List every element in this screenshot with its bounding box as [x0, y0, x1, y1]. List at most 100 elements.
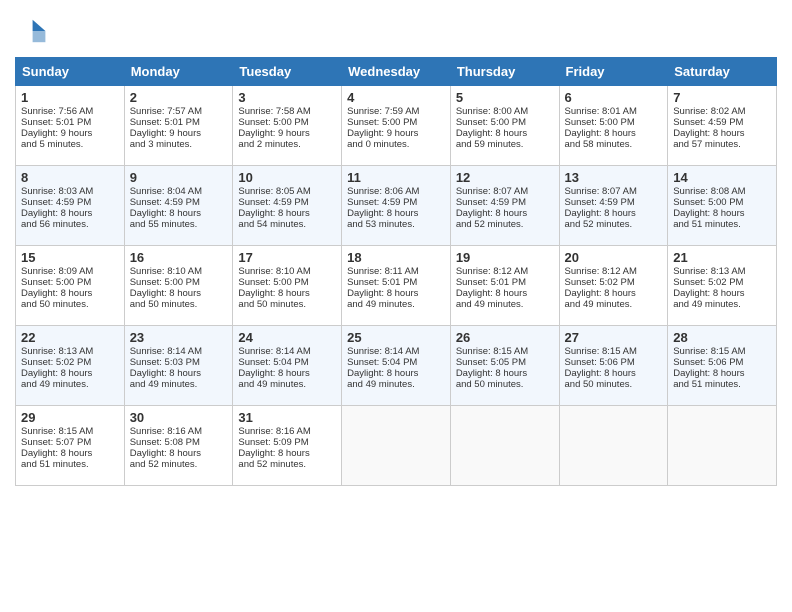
day-info: Daylight: 8 hours [456, 208, 554, 219]
day-info: Sunrise: 8:07 AM [456, 186, 554, 197]
day-info: Daylight: 8 hours [673, 368, 771, 379]
day-info: Sunset: 5:01 PM [21, 117, 119, 128]
header [15, 15, 777, 47]
day-number: 22 [21, 330, 119, 345]
day-number: 7 [673, 90, 771, 105]
day-info: and 50 minutes. [238, 299, 336, 310]
day-number: 3 [238, 90, 336, 105]
day-info: and 52 minutes. [130, 459, 228, 470]
calendar-table: SundayMondayTuesdayWednesdayThursdayFrid… [15, 57, 777, 486]
day-info: Sunrise: 7:58 AM [238, 106, 336, 117]
day-info: and 56 minutes. [21, 219, 119, 230]
day-info: Sunrise: 8:14 AM [238, 346, 336, 357]
weekday-header: Saturday [668, 58, 777, 86]
day-info: Daylight: 8 hours [21, 448, 119, 459]
day-info: Sunset: 5:02 PM [21, 357, 119, 368]
calendar-cell: 7Sunrise: 8:02 AMSunset: 4:59 PMDaylight… [668, 86, 777, 166]
day-number: 28 [673, 330, 771, 345]
day-number: 13 [565, 170, 663, 185]
calendar-cell: 27Sunrise: 8:15 AMSunset: 5:06 PMDayligh… [559, 326, 668, 406]
day-info: Sunrise: 8:08 AM [673, 186, 771, 197]
day-number: 14 [673, 170, 771, 185]
day-info: Sunrise: 8:03 AM [21, 186, 119, 197]
calendar-cell: 23Sunrise: 8:14 AMSunset: 5:03 PMDayligh… [124, 326, 233, 406]
day-info: and 50 minutes. [456, 379, 554, 390]
day-info: and 52 minutes. [456, 219, 554, 230]
day-info: and 3 minutes. [130, 139, 228, 150]
day-info: Daylight: 8 hours [673, 128, 771, 139]
day-info: Daylight: 8 hours [565, 368, 663, 379]
day-number: 4 [347, 90, 445, 105]
day-info: Daylight: 8 hours [673, 208, 771, 219]
calendar-week-row: 22Sunrise: 8:13 AMSunset: 5:02 PMDayligh… [16, 326, 777, 406]
day-info: Sunrise: 8:07 AM [565, 186, 663, 197]
calendar-cell [668, 406, 777, 486]
day-number: 15 [21, 250, 119, 265]
day-info: and 2 minutes. [238, 139, 336, 150]
day-info: and 50 minutes. [130, 299, 228, 310]
day-info: Daylight: 8 hours [130, 288, 228, 299]
day-info: Sunset: 5:00 PM [238, 117, 336, 128]
calendar-week-row: 1Sunrise: 7:56 AMSunset: 5:01 PMDaylight… [16, 86, 777, 166]
day-info: Daylight: 8 hours [238, 208, 336, 219]
day-info: Sunset: 4:59 PM [130, 197, 228, 208]
calendar-cell: 9Sunrise: 8:04 AMSunset: 4:59 PMDaylight… [124, 166, 233, 246]
day-info: Sunset: 5:05 PM [456, 357, 554, 368]
day-info: Sunset: 5:04 PM [347, 357, 445, 368]
logo [15, 15, 51, 47]
calendar-cell: 5Sunrise: 8:00 AMSunset: 5:00 PMDaylight… [450, 86, 559, 166]
day-info: Sunset: 5:04 PM [238, 357, 336, 368]
day-info: Daylight: 9 hours [238, 128, 336, 139]
day-info: and 49 minutes. [347, 379, 445, 390]
day-info: Daylight: 8 hours [347, 208, 445, 219]
day-info: Sunrise: 8:00 AM [456, 106, 554, 117]
day-info: Sunrise: 8:15 AM [565, 346, 663, 357]
day-info: Sunset: 4:59 PM [565, 197, 663, 208]
day-info: Sunrise: 8:16 AM [130, 426, 228, 437]
calendar-cell: 19Sunrise: 8:12 AMSunset: 5:01 PMDayligh… [450, 246, 559, 326]
day-info: Sunrise: 8:04 AM [130, 186, 228, 197]
day-info: and 52 minutes. [565, 219, 663, 230]
calendar-cell: 2Sunrise: 7:57 AMSunset: 5:01 PMDaylight… [124, 86, 233, 166]
day-info: Daylight: 8 hours [456, 288, 554, 299]
calendar-cell: 14Sunrise: 8:08 AMSunset: 5:00 PMDayligh… [668, 166, 777, 246]
day-info: Sunrise: 8:13 AM [673, 266, 771, 277]
calendar-cell [342, 406, 451, 486]
weekday-header: Friday [559, 58, 668, 86]
day-info: Sunset: 5:01 PM [130, 117, 228, 128]
day-info: Sunrise: 8:15 AM [456, 346, 554, 357]
day-info: and 49 minutes. [456, 299, 554, 310]
day-info: Sunset: 4:59 PM [347, 197, 445, 208]
day-info: Daylight: 9 hours [130, 128, 228, 139]
day-number: 29 [21, 410, 119, 425]
day-number: 1 [21, 90, 119, 105]
day-info: and 49 minutes. [565, 299, 663, 310]
day-info: and 53 minutes. [347, 219, 445, 230]
day-number: 26 [456, 330, 554, 345]
day-info: and 51 minutes. [673, 219, 771, 230]
day-info: and 50 minutes. [21, 299, 119, 310]
day-info: and 59 minutes. [456, 139, 554, 150]
calendar-cell: 1Sunrise: 7:56 AMSunset: 5:01 PMDaylight… [16, 86, 125, 166]
day-info: Sunset: 5:07 PM [21, 437, 119, 448]
calendar-cell: 24Sunrise: 8:14 AMSunset: 5:04 PMDayligh… [233, 326, 342, 406]
day-info: Daylight: 8 hours [21, 368, 119, 379]
day-info: Daylight: 8 hours [21, 288, 119, 299]
day-info: Daylight: 8 hours [238, 368, 336, 379]
day-info: Sunset: 5:01 PM [347, 277, 445, 288]
day-info: Daylight: 9 hours [347, 128, 445, 139]
day-info: Sunset: 4:59 PM [21, 197, 119, 208]
day-number: 24 [238, 330, 336, 345]
day-info: Daylight: 8 hours [347, 368, 445, 379]
day-info: Sunset: 5:01 PM [456, 277, 554, 288]
weekday-header: Wednesday [342, 58, 451, 86]
calendar-cell: 29Sunrise: 8:15 AMSunset: 5:07 PMDayligh… [16, 406, 125, 486]
day-info: Sunrise: 7:59 AM [347, 106, 445, 117]
day-number: 19 [456, 250, 554, 265]
day-info: Sunrise: 8:12 AM [565, 266, 663, 277]
day-info: Sunset: 5:00 PM [21, 277, 119, 288]
day-info: Daylight: 8 hours [238, 448, 336, 459]
calendar-cell: 22Sunrise: 8:13 AMSunset: 5:02 PMDayligh… [16, 326, 125, 406]
day-info: Sunrise: 8:13 AM [21, 346, 119, 357]
day-number: 18 [347, 250, 445, 265]
